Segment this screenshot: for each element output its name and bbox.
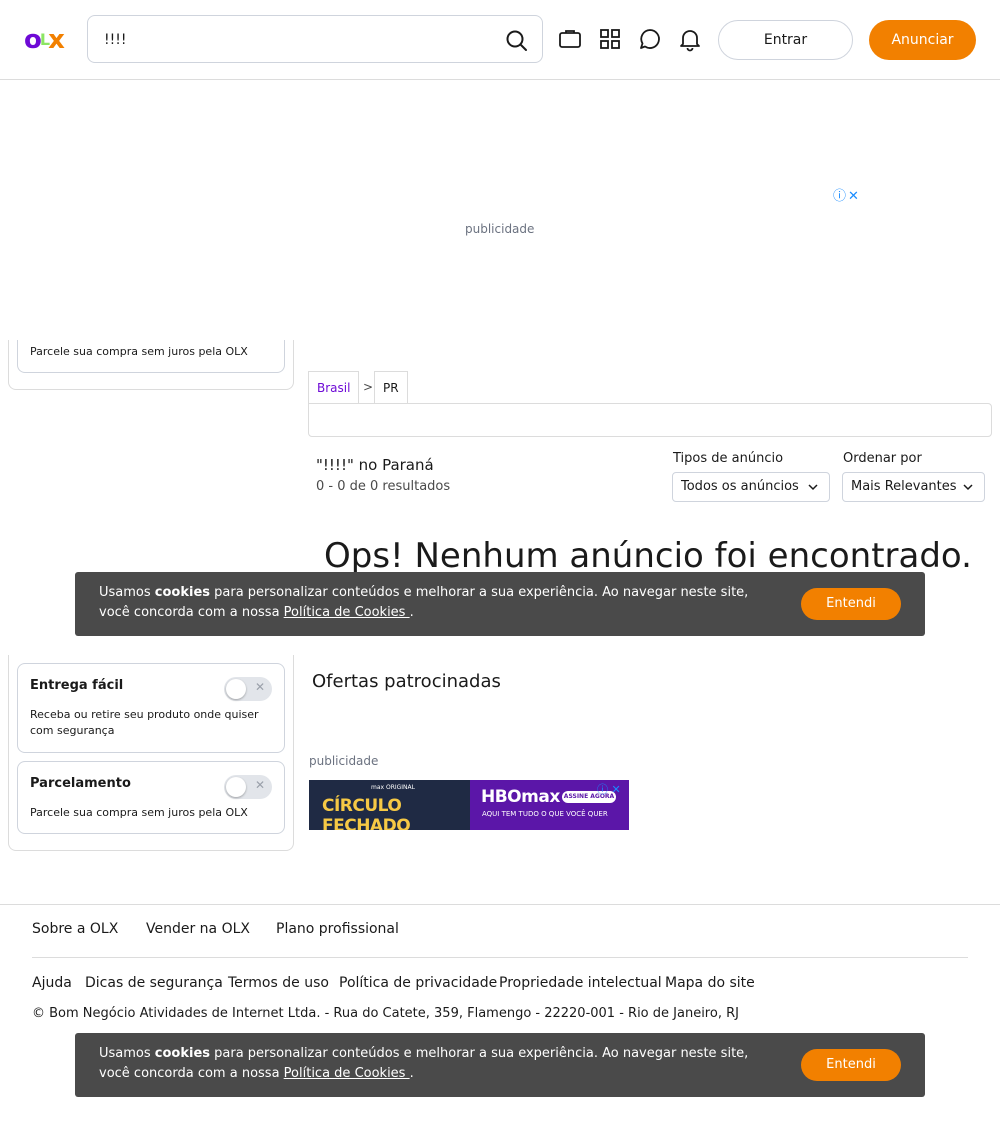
logo-l: L — [39, 30, 50, 49]
cookie-text: Usamos cookies para personalizar conteúd… — [99, 583, 769, 623]
toggle-knob — [226, 679, 246, 699]
ad-info-icon[interactable]: ⓘ — [833, 189, 846, 204]
footer-link-pro-plan[interactable]: Plano profissional — [276, 921, 399, 937]
briefcase-icon[interactable] — [557, 26, 583, 52]
banner-headline: CÍRCULO FECHADO — [322, 796, 411, 830]
cookie-text-end: . — [409, 1066, 414, 1081]
ad-type-label: Tipos de anúncio — [673, 451, 784, 466]
ad-banner[interactable]: max ORIGINAL CÍRCULO FECHADO HBOmax ASSI… — [309, 780, 629, 830]
footer-divider — [32, 957, 968, 958]
cookie-text-start: Usamos — [99, 585, 155, 600]
footer-link-terms[interactable]: Termos de uso — [228, 975, 329, 991]
footer-link-sitemap[interactable]: Mapa do site — [665, 975, 755, 991]
cookie-policy-link[interactable]: Política de Cookies — [284, 605, 410, 620]
footer-link-safety[interactable]: Dicas de segurança — [85, 975, 223, 991]
search-box — [87, 15, 543, 63]
login-button[interactable]: Entrar — [718, 20, 853, 60]
cookie-text-bold: cookies — [154, 585, 211, 600]
chevron-down-icon — [962, 473, 974, 511]
banner-brand: HBOmax — [481, 787, 560, 807]
grid-icon[interactable] — [597, 26, 623, 52]
filter-desc: Receba ou retire seu produto onde quiser… — [30, 708, 259, 737]
ad-label: publicidade — [465, 222, 535, 236]
ad-type-value: Todos os anúncios — [681, 479, 799, 494]
ad-close-icon[interactable]: ✕ — [612, 783, 621, 796]
logo-x: x — [48, 25, 65, 55]
cookie-text-end: . — [409, 605, 414, 620]
filter-title: Parcelamento — [30, 776, 131, 791]
footer-link-about[interactable]: Sobre a OLX — [32, 921, 118, 937]
cookie-text-bold: cookies — [154, 1046, 211, 1061]
easy-delivery-toggle[interactable]: ✕ — [224, 677, 272, 701]
chat-icon[interactable] — [637, 26, 663, 52]
filter-card-installments: Parcelamento ✕ Parcele sua compra sem ju… — [17, 761, 285, 834]
sort-select[interactable]: Mais Relevantes — [842, 472, 985, 502]
banner-ad-controls: ⓘ ✕ — [597, 781, 621, 797]
filter-card-partial-desc: Parcele sua compra sem juros pela OLX — [30, 345, 248, 358]
olx-logo[interactable]: oLx — [24, 25, 65, 55]
installments-toggle[interactable]: ✕ — [224, 775, 272, 799]
header: oLx Entrar Anunciar — [0, 0, 1000, 80]
breadcrumb-panel — [308, 403, 992, 437]
banner-tagline: AQUI TEM TUDO O QUE VOCÊ QUER — [482, 810, 608, 818]
cookie-banner: Usamos cookies para personalizar conteúd… — [75, 1033, 925, 1097]
cookie-text: Usamos cookies para personalizar conteúd… — [99, 1044, 769, 1084]
cookie-banner: Usamos cookies para personalizar conteúd… — [75, 572, 925, 636]
breadcrumb-brasil[interactable]: Brasil — [308, 371, 359, 404]
sponsored-title: Ofertas patrocinadas — [312, 671, 501, 692]
ad-label: publicidade — [309, 754, 379, 768]
cookie-accept-button[interactable]: Entendi — [801, 1049, 901, 1081]
results-title: "!!!!" no Paraná — [316, 456, 434, 474]
search-icon[interactable] — [504, 28, 530, 54]
close-icon: ✕ — [255, 680, 266, 694]
filter-card-easy-delivery: Entrega fácil ✕ Receba ou retire seu pro… — [17, 663, 285, 753]
results-count: 0 - 0 de 0 resultados — [316, 479, 451, 494]
footer-link-ip[interactable]: Propriedade intelectual — [499, 975, 662, 991]
close-icon: ✕ — [255, 778, 266, 792]
ad-info-icon[interactable]: ⓘ — [597, 783, 608, 796]
sort-label: Ordenar por — [843, 451, 922, 466]
footer — [0, 904, 1000, 905]
footer-link-privacy[interactable]: Política de privacidade — [339, 975, 497, 991]
toggle-knob — [226, 777, 246, 797]
ad-close-icon[interactable]: ✕ — [848, 189, 859, 204]
ad-controls: ⓘ ✕ — [833, 185, 859, 204]
footer-link-help[interactable]: Ajuda — [32, 975, 72, 991]
logo-o: o — [24, 25, 42, 55]
sort-value: Mais Relevantes — [851, 479, 957, 494]
bell-icon[interactable] — [677, 26, 703, 52]
chevron-down-icon — [807, 473, 819, 511]
filter-card-partial: Parcele sua compra sem juros pela OLX — [17, 340, 285, 373]
footer-link-sell[interactable]: Vender na OLX — [146, 921, 250, 937]
filter-desc: Parcele sua compra sem juros pela OLX — [30, 806, 248, 819]
footer-copyright: © Bom Negócio Atividades de Internet Ltd… — [32, 1006, 739, 1021]
cookie-accept-button[interactable]: Entendi — [801, 588, 901, 620]
no-results-title: Ops! Nenhum anúncio foi encontrado. — [324, 536, 972, 576]
filter-title: Entrega fácil — [30, 678, 124, 693]
search-input[interactable] — [104, 29, 484, 51]
breadcrumb-separator: > — [363, 380, 374, 394]
cookie-text-start: Usamos — [99, 1046, 155, 1061]
banner-left: max ORIGINAL CÍRCULO FECHADO — [309, 780, 470, 830]
post-ad-button[interactable]: Anunciar — [869, 20, 976, 60]
ad-type-select[interactable]: Todos os anúncios — [672, 472, 830, 502]
breadcrumb-pr[interactable]: PR — [374, 371, 408, 404]
cookie-policy-link[interactable]: Política de Cookies — [284, 1066, 410, 1081]
banner-small-text: max ORIGINAL — [371, 784, 415, 791]
